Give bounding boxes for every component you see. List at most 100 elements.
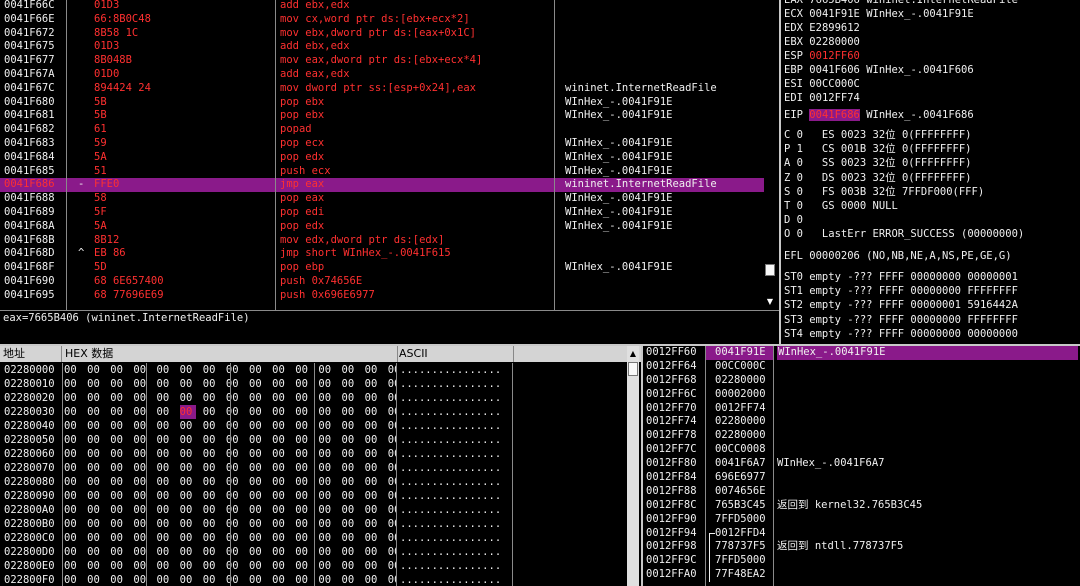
hex-byte[interactable]: 00 [87, 461, 104, 475]
disasm-row[interactable]: 0041F66E 66:8B0C48 mov cx,word ptr ds:[ebx… [0, 13, 764, 27]
hex-byte[interactable]: 00 [249, 447, 266, 461]
fpu-register-line[interactable]: ST0 empty -??? FFFF 00000000 00000001 [784, 270, 1018, 284]
hex-byte[interactable]: 00 [365, 503, 382, 517]
hex-byte[interactable]: 00 [388, 545, 396, 559]
dump-scrollbar-thumb[interactable] [628, 362, 638, 376]
hex-byte[interactable]: 00 [388, 573, 396, 586]
dump-row[interactable]: 02280070 00 00 00 00 00 00 00 00 00 00 00… [0, 461, 626, 475]
hex-byte[interactable]: 00 [133, 531, 150, 545]
disasm-row[interactable]: 0041F683 59 pop ecx WInHex_-.0041F91E [0, 137, 764, 151]
disasm-row[interactable]: 0041F66C 01D3 add ebx,edx [0, 0, 764, 13]
hex-byte[interactable]: 00 [318, 377, 335, 391]
hex-byte[interactable]: 00 [365, 559, 382, 573]
dump-row[interactable]: 02280050 00 00 00 00 00 00 00 00 00 00 00… [0, 433, 626, 447]
hex-byte[interactable]: 00 [157, 391, 174, 405]
hex-byte[interactable]: 00 [318, 433, 335, 447]
dump-row[interactable]: 022800F0 00 00 00 00 00 00 00 00 00 00 00… [0, 573, 626, 586]
hex-byte[interactable]: 00 [295, 531, 312, 545]
hex-byte[interactable]: 00 [64, 559, 81, 573]
hex-byte[interactable]: 00 [226, 405, 243, 419]
hex-byte[interactable]: 00 [342, 573, 359, 586]
hex-byte[interactable]: 00 [272, 391, 289, 405]
hex-byte[interactable]: 00 [110, 377, 127, 391]
hex-byte[interactable]: 00 [110, 517, 127, 531]
efl-line[interactable]: EFL 00000206 (NO,NB,NE,A,NS,PE,GE,G) [784, 249, 1012, 263]
hex-byte[interactable]: 00 [180, 559, 197, 573]
hex-byte[interactable]: 00 [318, 405, 335, 419]
hex-byte[interactable]: 00 [318, 545, 335, 559]
hex-byte[interactable]: 00 [110, 461, 127, 475]
fpu-register-line[interactable]: ST4 empty -??? FFFF 00000000 00000000 [784, 327, 1018, 341]
hex-byte[interactable]: 00 [226, 447, 243, 461]
hex-byte[interactable]: 00 [272, 489, 289, 503]
hex-byte[interactable]: 00 [295, 377, 312, 391]
dump-header-ascii[interactable]: ASCII [396, 346, 514, 362]
hex-byte[interactable]: 00 [110, 433, 127, 447]
hex-byte[interactable]: 00 [249, 433, 266, 447]
hex-byte[interactable]: 00 [87, 503, 104, 517]
hex-byte[interactable]: 00 [342, 545, 359, 559]
hex-byte[interactable]: 00 [133, 503, 150, 517]
hex-byte[interactable]: 00 [64, 503, 81, 517]
hex-byte[interactable]: 00 [226, 573, 243, 586]
hex-byte[interactable]: 00 [226, 489, 243, 503]
hex-byte[interactable]: 00 [388, 517, 396, 531]
hex-byte[interactable]: 00 [365, 489, 382, 503]
hex-byte[interactable]: 00 [87, 419, 104, 433]
hex-byte[interactable]: 00 [180, 545, 197, 559]
hex-byte[interactable]: 00 [249, 377, 266, 391]
disasm-row[interactable]: 0041F677 8B048B mov eax,dword ptr ds:[ebx+… [0, 54, 764, 68]
flag-line[interactable]: C 0 ES 0023 32位 0(FFFFFFFF) [784, 128, 972, 142]
disassembly-pane[interactable]: 0041F66C 01D3 add ebx,edx 0041F66E 66:8B0C48… [0, 0, 779, 310]
hex-byte[interactable]: 00 [295, 419, 312, 433]
hex-byte[interactable]: 00 [295, 573, 312, 586]
hex-byte[interactable]: 00 [157, 503, 174, 517]
hex-byte[interactable]: 00 [87, 405, 104, 419]
hex-byte[interactable]: 00 [365, 419, 382, 433]
hex-byte[interactable]: 00 [157, 433, 174, 447]
flag-line[interactable]: O 0 LastErr ERROR_SUCCESS (00000000) [784, 227, 1024, 241]
hex-byte[interactable]: 00 [388, 363, 396, 377]
hex-byte[interactable]: 00 [87, 447, 104, 461]
hex-byte[interactable]: 00 [64, 517, 81, 531]
hex-byte[interactable]: 00 [365, 363, 382, 377]
hex-byte[interactable]: 00 [203, 363, 220, 377]
hex-byte[interactable]: 00 [133, 363, 150, 377]
hex-byte[interactable]: 00 [180, 573, 197, 586]
hex-byte[interactable]: 00 [157, 517, 174, 531]
hex-byte[interactable]: 00 [64, 391, 81, 405]
hex-byte[interactable]: 00 [157, 461, 174, 475]
disasm-scrollbar-thumb[interactable] [765, 264, 775, 276]
stack-pane[interactable]: 0012FF60 0041F91E WInHex_-.0041F91E 0012FF6… [643, 346, 1080, 586]
hex-byte[interactable]: 00 [110, 531, 127, 545]
hex-byte[interactable]: 00 [226, 461, 243, 475]
hex-byte[interactable]: 00 [249, 475, 266, 489]
hex-byte[interactable]: 00 [272, 433, 289, 447]
hex-byte[interactable]: 00 [87, 489, 104, 503]
hex-byte[interactable]: 00 [180, 433, 197, 447]
hex-byte[interactable]: 00 [133, 489, 150, 503]
dump-row[interactable]: 022800A0 00 00 00 00 00 00 00 00 00 00 00… [0, 503, 626, 517]
dump-row[interactable]: 02280000 00 00 00 00 00 00 00 00 00 00 00… [0, 363, 626, 377]
flag-line[interactable]: T 0 GS 0000 NULL [784, 199, 898, 213]
hex-byte[interactable]: 00 [249, 517, 266, 531]
hex-byte[interactable]: 00 [388, 391, 396, 405]
hex-byte[interactable]: 00 [87, 433, 104, 447]
register-line[interactable]: EBP 0041F606 WInHex_-.0041F606 [784, 63, 974, 77]
hex-byte[interactable]: 00 [342, 377, 359, 391]
disasm-row[interactable]: 0041F686 - FFE0 jmp eax wininet.InternetRead… [0, 178, 764, 193]
dump-row[interactable]: 022800E0 00 00 00 00 00 00 00 00 00 00 00… [0, 559, 626, 573]
hex-byte[interactable]: 00 [272, 573, 289, 586]
hex-byte[interactable]: 00 [249, 363, 266, 377]
hex-byte[interactable]: 00 [295, 405, 312, 419]
hex-byte[interactable]: 00 [365, 433, 382, 447]
hex-byte[interactable]: 00 [157, 531, 174, 545]
hex-byte[interactable]: 00 [64, 573, 81, 586]
dump-scrollbar[interactable]: ▲ [627, 346, 639, 586]
stack-row[interactable]: 0012FF94 0012FFD4 [643, 527, 1080, 582]
register-line[interactable]: ESI 00CC000C [784, 77, 866, 91]
hex-byte[interactable]: 00 [388, 461, 396, 475]
hex-byte[interactable]: 00 [342, 391, 359, 405]
hex-byte[interactable]: 00 [203, 531, 220, 545]
hex-byte[interactable]: 00 [365, 531, 382, 545]
